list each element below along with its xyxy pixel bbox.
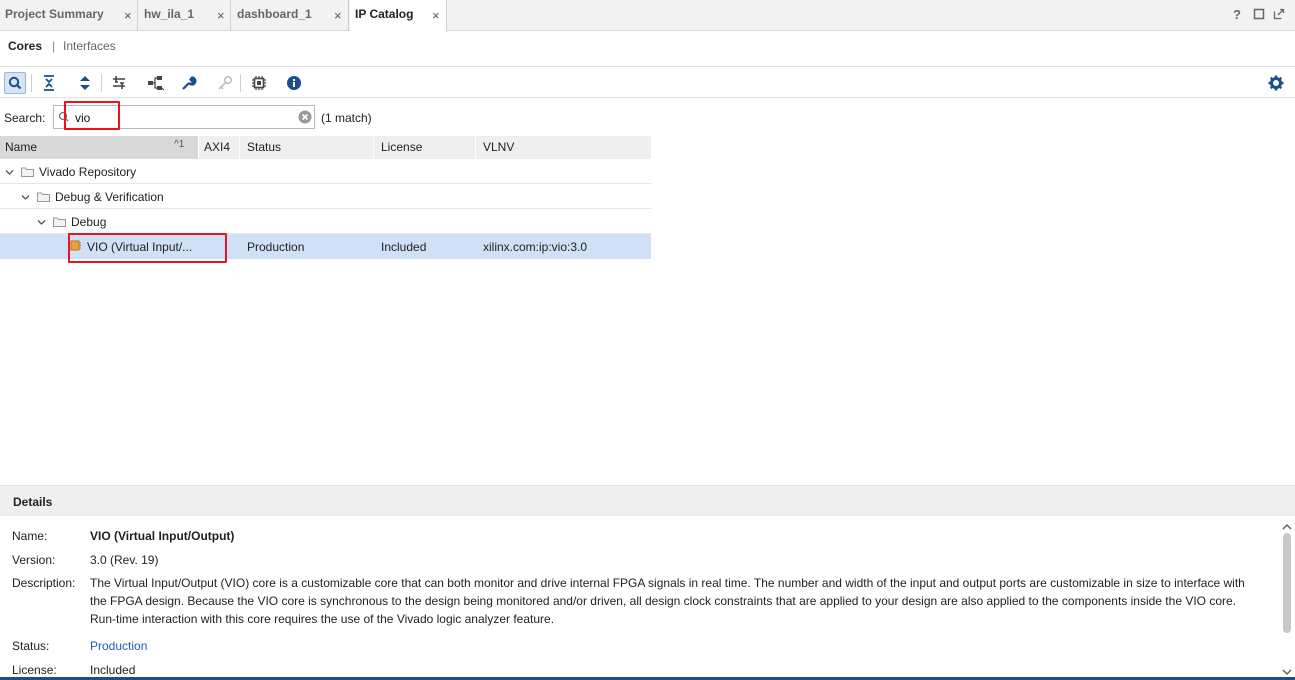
column-header-label: Name: [5, 140, 38, 154]
close-icon[interactable]: ×: [334, 9, 342, 22]
collapse-all-icon[interactable]: [38, 72, 60, 94]
close-icon[interactable]: ×: [124, 9, 132, 22]
filter-icon[interactable]: [108, 72, 130, 94]
detail-value-version: 3.0 (Rev. 19): [90, 553, 159, 567]
detail-label-status: Status:: [12, 639, 50, 653]
detail-label-version: Version:: [12, 553, 56, 567]
detail-label-description: Description:: [12, 576, 76, 590]
folder-icon: [21, 166, 34, 180]
tree-row-vivado-repository[interactable]: Vivado Repository: [0, 159, 651, 184]
close-icon[interactable]: ×: [432, 9, 440, 22]
chip-icon[interactable]: [248, 72, 270, 94]
folder-icon: [37, 191, 50, 205]
column-header-label: Status: [247, 140, 282, 154]
folder-icon: [53, 216, 66, 230]
float-window-icon[interactable]: [1273, 8, 1287, 22]
detail-status-link[interactable]: Production: [90, 639, 147, 653]
details-panel: Name: VIO (Virtual Input/Output) Version…: [0, 517, 1295, 680]
scrollbar-thumb[interactable]: [1283, 533, 1291, 633]
tab-label: IP Catalog: [355, 7, 414, 21]
tree-row-label: Debug: [71, 215, 107, 229]
ip-row-highlight-box: [68, 233, 227, 263]
subtab-interfaces[interactable]: Interfaces: [63, 39, 116, 53]
column-header-status[interactable]: Status: [240, 136, 374, 159]
tree-row-debug[interactable]: Debug: [0, 209, 651, 234]
chevron-down-icon[interactable]: [37, 216, 46, 230]
table-header: Name ^1 AXI4 Status License VLNV: [0, 136, 651, 159]
match-count: (1 match): [321, 111, 372, 125]
detail-description-line: The Virtual Input/Output (VIO) core is a…: [90, 576, 1245, 590]
expand-all-icon[interactable]: [74, 72, 96, 94]
details-title: Details: [13, 495, 53, 509]
details-header: Details: [0, 485, 1295, 516]
detail-label-license: License:: [12, 663, 57, 677]
chevron-down-icon[interactable]: [5, 166, 14, 180]
search-label: Search:: [4, 111, 46, 125]
details-scrollbar[interactable]: [1280, 517, 1295, 680]
scroll-up-icon[interactable]: [1282, 520, 1292, 534]
tab-hw-ila-1[interactable]: hw_ila_1 ×: [139, 0, 231, 31]
info-icon[interactable]: [283, 72, 305, 94]
tab-label: Project Summary: [5, 7, 104, 21]
tree-row-label: Vivado Repository: [39, 165, 137, 179]
column-header-label: License: [381, 140, 423, 154]
restore-icon[interactable]: [1253, 8, 1267, 22]
tab-label: dashboard_1: [237, 7, 312, 21]
detail-description-line: Run-time interaction with this core requ…: [90, 612, 555, 626]
search-icon[interactable]: [4, 72, 26, 94]
column-header-axi4[interactable]: AXI4: [199, 136, 240, 159]
column-header-label: AXI4: [204, 140, 231, 154]
search-row: Search: vio (1 match): [0, 100, 1295, 136]
chevron-down-icon[interactable]: [21, 191, 30, 205]
detail-value-license: Included: [90, 663, 136, 677]
close-icon[interactable]: ×: [217, 9, 225, 22]
license-key-icon[interactable]: [214, 72, 236, 94]
hierarchy-icon[interactable]: [145, 72, 167, 94]
editor-tab-bar: Project Summary × hw_ila_1 × dashboard_1…: [0, 0, 1295, 32]
detail-description-line: the FPGA design. Because the VIO core is…: [90, 594, 1237, 608]
column-header-vlnv[interactable]: VLNV: [476, 136, 651, 159]
clear-search-icon[interactable]: [298, 110, 312, 127]
search-highlight-box: [64, 101, 120, 130]
sort-indicator: ^1: [174, 139, 185, 150]
subtab-cores[interactable]: Cores: [8, 39, 42, 53]
tree-row-label: Debug & Verification: [55, 190, 164, 204]
detail-value-name: VIO (Virtual Input/Output): [90, 529, 235, 543]
tab-ip-catalog[interactable]: IP Catalog ×: [350, 0, 447, 32]
tab-project-summary[interactable]: Project Summary ×: [0, 0, 138, 31]
column-header-label: VLNV: [483, 140, 515, 154]
tab-dashboard-1[interactable]: dashboard_1 ×: [232, 0, 349, 31]
tree-row-debug-verification[interactable]: Debug & Verification: [0, 184, 651, 209]
customize-ip-icon[interactable]: [178, 72, 200, 94]
ip-catalog-toolbar: [0, 66, 1295, 98]
subtab-separator: |: [52, 39, 56, 53]
ip-status: Production: [247, 240, 305, 254]
tab-label: hw_ila_1: [144, 7, 195, 21]
gear-icon[interactable]: [1265, 72, 1287, 94]
detail-label-name: Name:: [12, 529, 48, 543]
ip-vlnv: xilinx.com:ip:vio:3.0: [483, 240, 588, 254]
ip-license: Included: [381, 240, 427, 254]
catalog-subtabs: Cores | Interfaces: [0, 32, 1295, 62]
column-header-name[interactable]: Name ^1: [0, 136, 199, 159]
column-header-license[interactable]: License: [374, 136, 476, 159]
help-icon[interactable]: ?: [1233, 7, 1247, 22]
